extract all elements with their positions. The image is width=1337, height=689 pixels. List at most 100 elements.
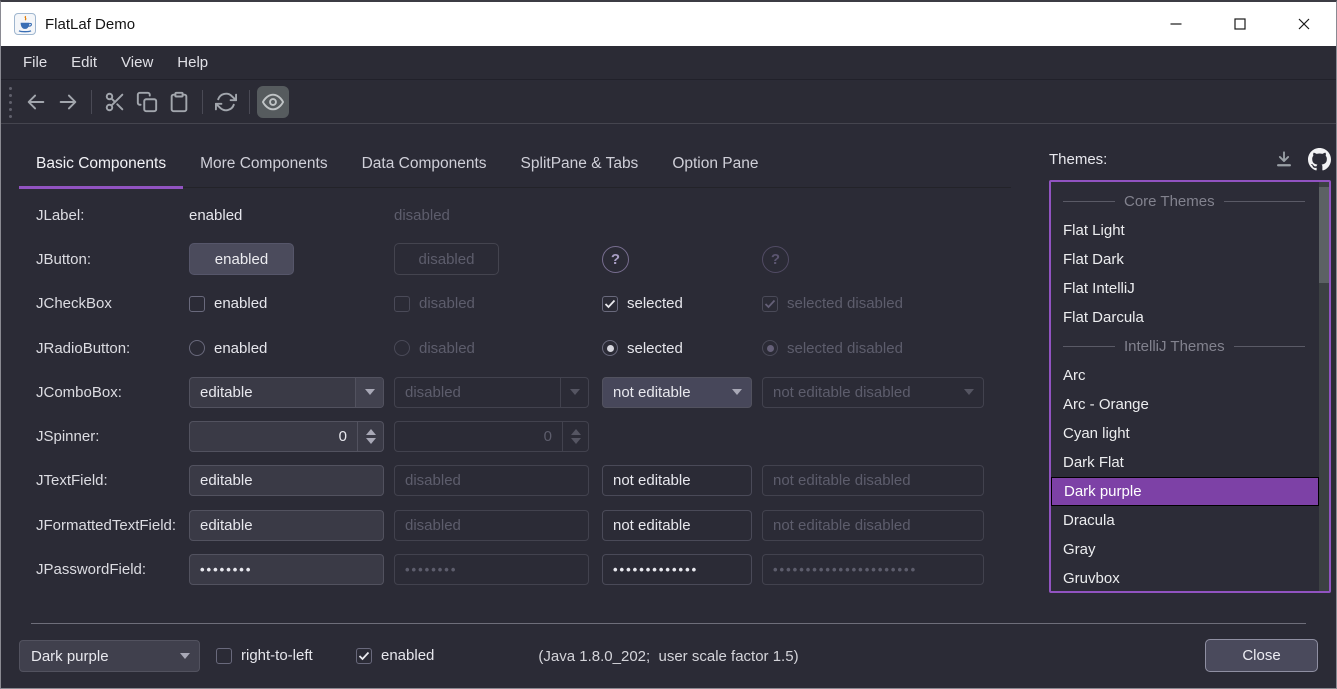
menu-view[interactable]: View — [109, 46, 165, 79]
jtextfield-not-editable[interactable]: not editable — [602, 465, 752, 496]
jlabel-label: JLabel: — [19, 207, 189, 224]
checkbox-checked — [602, 296, 618, 312]
jcombobox-editable[interactable]: editable — [189, 377, 384, 408]
jcombobox-not-editable-disabled: not editable disabled — [762, 377, 984, 408]
jformattedtextfield-not-editable[interactable]: not editable — [602, 510, 752, 541]
chevron-down-icon — [560, 378, 588, 407]
jcombobox-not-editable[interactable]: not editable — [602, 377, 752, 408]
tab-option-pane[interactable]: Option Pane — [655, 142, 775, 187]
close-window-button[interactable] — [1272, 2, 1336, 46]
tab-data-components[interactable]: Data Components — [345, 142, 504, 187]
jcombobox-cell-4: not editable disabled — [762, 377, 991, 408]
jformattedtextfield-editable[interactable]: editable — [189, 510, 384, 541]
theme-item-dark-purple[interactable]: Dark purple — [1051, 477, 1319, 506]
jbutton-disabled-button: disabled — [394, 243, 499, 275]
show-hover-toggle-button[interactable] — [257, 86, 289, 118]
eye-icon — [262, 91, 284, 113]
themes-label: Themes: — [1049, 151, 1107, 168]
scrollbar-thumb[interactable] — [1319, 187, 1329, 283]
jbutton-enabled-button[interactable]: enabled — [189, 243, 294, 275]
menu-edit[interactable]: Edit — [59, 46, 109, 79]
window-title: FlatLaf Demo — [45, 16, 135, 33]
jcheckbox-cell-1: enabled — [189, 295, 394, 312]
jradiobutton-disabled: disabled — [394, 340, 475, 357]
jcheckbox-selected-disabled: selected disabled — [762, 295, 903, 312]
chevron-down-icon — [355, 378, 383, 407]
jpasswordfield-cell-4: •••••••••••••••••••••• — [762, 554, 991, 585]
jpasswordfield-editable[interactable]: •••••••• — [189, 554, 384, 585]
theme-item-dracula[interactable]: Dracula — [1051, 506, 1319, 535]
jradiobutton-selected[interactable]: selected — [602, 340, 683, 357]
jcheckbox-cell-2: disabled — [394, 295, 602, 312]
jbutton-cell-1: enabled — [189, 243, 394, 275]
jcheckbox-disabled: disabled — [394, 295, 475, 312]
checkbox-checked — [762, 296, 778, 312]
theme-item-flat-dark[interactable]: Flat Dark — [1051, 245, 1319, 274]
jpasswordfield-cell-1: •••••••• — [189, 554, 394, 585]
paste-button[interactable] — [163, 86, 195, 118]
jformattedtextfield-cell-3: not editable — [602, 510, 762, 541]
theme-item-arc[interactable]: Arc — [1051, 361, 1319, 390]
jlabel-cell-1: enabled — [189, 207, 394, 224]
toolbar-grip-handle[interactable] — [9, 87, 12, 118]
toolbar-separator — [202, 90, 203, 114]
scrollbar-track[interactable] — [1319, 182, 1329, 591]
theme-item-gray[interactable]: Gray — [1051, 535, 1319, 564]
bottom-separator — [31, 623, 1306, 624]
theme-item-arc-orange[interactable]: Arc - Orange — [1051, 390, 1319, 419]
theme-item-dark-flat[interactable]: Dark Flat — [1051, 448, 1319, 477]
toolbar-separator — [249, 90, 250, 114]
refresh-button[interactable] — [210, 86, 242, 118]
jradiobutton-cell-3: selected — [602, 340, 762, 357]
download-icon[interactable] — [1274, 149, 1294, 169]
cut-button[interactable] — [99, 86, 131, 118]
jformattedtextfield-label: JFormattedTextField: — [19, 517, 189, 534]
tab-basic-components[interactable]: Basic Components — [19, 142, 183, 187]
jformattedtextfield-cell-4: not editable disabled — [762, 510, 991, 541]
toolbar-separator — [91, 90, 92, 114]
spinner-buttons — [357, 422, 383, 451]
jspinner-cell-1: 0 — [189, 421, 394, 452]
copy-button[interactable] — [131, 86, 163, 118]
tab-splitpane-tabs[interactable]: SplitPane & Tabs — [504, 142, 656, 187]
theme-item-flat-light[interactable]: Flat Light — [1051, 216, 1319, 245]
jradiobutton-cell-4: selected disabled — [762, 340, 991, 357]
jtextfield-editable[interactable]: editable — [189, 465, 384, 496]
minimize-button[interactable] — [1144, 2, 1208, 46]
jradiobutton-cell-2: disabled — [394, 340, 602, 357]
jcombobox-disabled: disabled — [394, 377, 589, 408]
menu-help[interactable]: Help — [165, 46, 220, 79]
radio — [394, 340, 410, 356]
spinner-up-icon — [366, 429, 376, 435]
menu-file[interactable]: File — [11, 46, 59, 79]
theme-item-flat-darcula[interactable]: Flat Darcula — [1051, 303, 1319, 332]
titlebar: FlatLaf Demo — [1, 2, 1336, 46]
jcheckbox-cell-4: selected disabled — [762, 295, 991, 312]
github-icon[interactable] — [1308, 148, 1331, 171]
jcheckbox-enabled[interactable]: enabled — [189, 295, 267, 312]
jspinner-enabled[interactable]: 0 — [189, 421, 384, 452]
jformattedtextfield-disabled: disabled — [394, 510, 589, 541]
jspinner-label: JSpinner: — [19, 428, 189, 445]
theme-item-flat-intellij[interactable]: Flat IntelliJ — [1051, 274, 1319, 303]
jspinner-cell-2: 0 — [394, 421, 602, 452]
jpasswordfield-cell-2: •••••••• — [394, 554, 602, 585]
close-button[interactable]: Close — [1205, 639, 1318, 672]
jpasswordfield-not-editable[interactable]: ••••••••••••• — [602, 554, 752, 585]
jcheckbox-label: JCheckBox — [19, 295, 189, 312]
jpasswordfield-label: JPasswordField: — [19, 561, 189, 578]
tab-more-components[interactable]: More Components — [183, 142, 345, 187]
jbutton-help-button[interactable]: ? — [602, 246, 629, 273]
jcheckbox-selected[interactable]: selected — [602, 295, 683, 312]
copy-icon — [136, 91, 158, 113]
maximize-button[interactable] — [1208, 2, 1272, 46]
forward-button[interactable] — [52, 86, 84, 118]
back-button[interactable] — [20, 86, 52, 118]
theme-item-gruvbox[interactable]: Gruvbox — [1051, 564, 1319, 593]
jtextfield-disabled: disabled — [394, 465, 589, 496]
java-cup-icon — [14, 13, 36, 35]
jradiobutton-enabled[interactable]: enabled — [189, 340, 267, 357]
spinner-up-icon — [571, 429, 581, 435]
paste-icon — [168, 91, 190, 113]
theme-item-cyan-light[interactable]: Cyan light — [1051, 419, 1319, 448]
